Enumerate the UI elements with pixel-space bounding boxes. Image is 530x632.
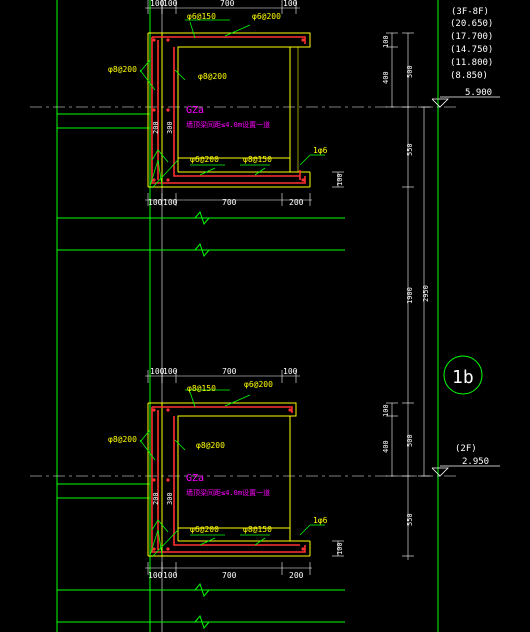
level-elev-5: (8.850) [450, 71, 488, 81]
lower-rebar-top-2: φ6@200 [244, 380, 273, 389]
lower-bottom-label: 1φ6 [313, 516, 328, 525]
lower-rebar-mid: φ8@200 [196, 441, 225, 450]
lower-bot-dim-3: 700 [222, 571, 237, 580]
lower-note: 墙顶梁间距≤4.0m设置一道 [186, 488, 270, 497]
lower-rebar-bot-1: φ6@200 [190, 525, 219, 534]
lower-right-dim-1: 100 [382, 404, 390, 417]
dim-1900: 1900 [406, 287, 414, 304]
dim-500-bot: 500 [406, 434, 414, 447]
upper-section [139, 0, 398, 206]
lower-top-dim-4: 100 [283, 367, 298, 376]
upper-right-dim-2: 400 [382, 71, 390, 84]
upper-rebar-dots [152, 38, 305, 182]
upper-right-dim-1: 100 [382, 35, 390, 48]
upper-top-dim-4: 100 [283, 0, 298, 8]
lower-col-label: GZa [186, 473, 204, 484]
level-floor-lower: (2F) [455, 444, 477, 454]
dim-2950: 2950 [422, 285, 430, 302]
lower-top-dim-3: 700 [222, 367, 237, 376]
level-elev-2: (17.700) [450, 32, 493, 42]
upper-bottom-label: 1φ6 [313, 146, 328, 155]
upper-right-dim-3: 100 [336, 173, 344, 186]
lower-col-dim-b: 300 [166, 492, 174, 505]
upper-rebar-left: φ8@200 [108, 65, 137, 74]
level-marker-upper [431, 96, 500, 108]
upper-rebar-top-1: φ6@150 [187, 12, 216, 21]
upper-bot-dim-2: 100 [163, 198, 178, 207]
upper-top-dim-2: 100 [163, 0, 178, 8]
upper-col-dim-b: 300 [166, 121, 174, 134]
lower-col-dim-a: 200 [152, 492, 160, 505]
level-floors-upper: (3F-8F) [451, 7, 489, 17]
axis-bubble-label: 1b [452, 367, 474, 388]
break-marks [194, 210, 210, 630]
lower-rebar-bot-2: φ8@150 [243, 525, 272, 534]
lower-top-dim-2: 100 [163, 367, 178, 376]
lower-right-dim-3: 100 [336, 542, 344, 555]
level-elev-3: (14.750) [450, 45, 493, 55]
dim-550-top: 550 [406, 143, 414, 156]
dim-550-bot: 550 [406, 513, 414, 526]
lower-rebar-top-1: φ8@150 [187, 384, 216, 393]
upper-col-label: GZa [186, 105, 204, 116]
upper-rebar-mid: φ8@200 [198, 72, 227, 81]
grid-lines [56, 0, 439, 632]
drawing-svg: 100 100 700 100 100 100 700 200 φ6@150 φ… [30, 0, 500, 632]
upper-rebar-bot-2: φ8@150 [243, 155, 272, 164]
upper-rebar-bot-1: φ6@200 [190, 155, 219, 164]
lower-bot-dim-2: 100 [163, 571, 178, 580]
dim-500-top: 500 [406, 65, 414, 78]
level-elev-upper: 5.900 [465, 88, 492, 98]
upper-bot-dim-4: 200 [289, 198, 304, 207]
cad-drawing: 100 100 700 100 100 100 700 200 φ6@150 φ… [0, 0, 530, 632]
lower-bot-dim-1: 100 [148, 571, 163, 580]
upper-col-dim-a: 200 [152, 121, 160, 134]
upper-top-dim-3: 700 [220, 0, 235, 8]
lower-rebar-dots [152, 408, 305, 551]
level-marker-lower [431, 465, 500, 477]
lower-bot-dim-4: 200 [289, 571, 304, 580]
upper-rebar-top-2: φ6@200 [252, 12, 281, 21]
lower-right-dim-2: 400 [382, 440, 390, 453]
lower-rebar-left: φ8@200 [108, 435, 137, 444]
level-elev-4: (11.800) [450, 58, 493, 68]
upper-bot-dim-1: 100 [148, 198, 163, 207]
upper-note: 墙顶梁间距≤4.0m设置一道 [186, 120, 270, 129]
upper-bot-dim-3: 700 [222, 198, 237, 207]
lower-section [139, 370, 398, 575]
level-elev-1: (20.650) [450, 19, 493, 29]
level-elev-lower: 2.950 [462, 457, 489, 467]
